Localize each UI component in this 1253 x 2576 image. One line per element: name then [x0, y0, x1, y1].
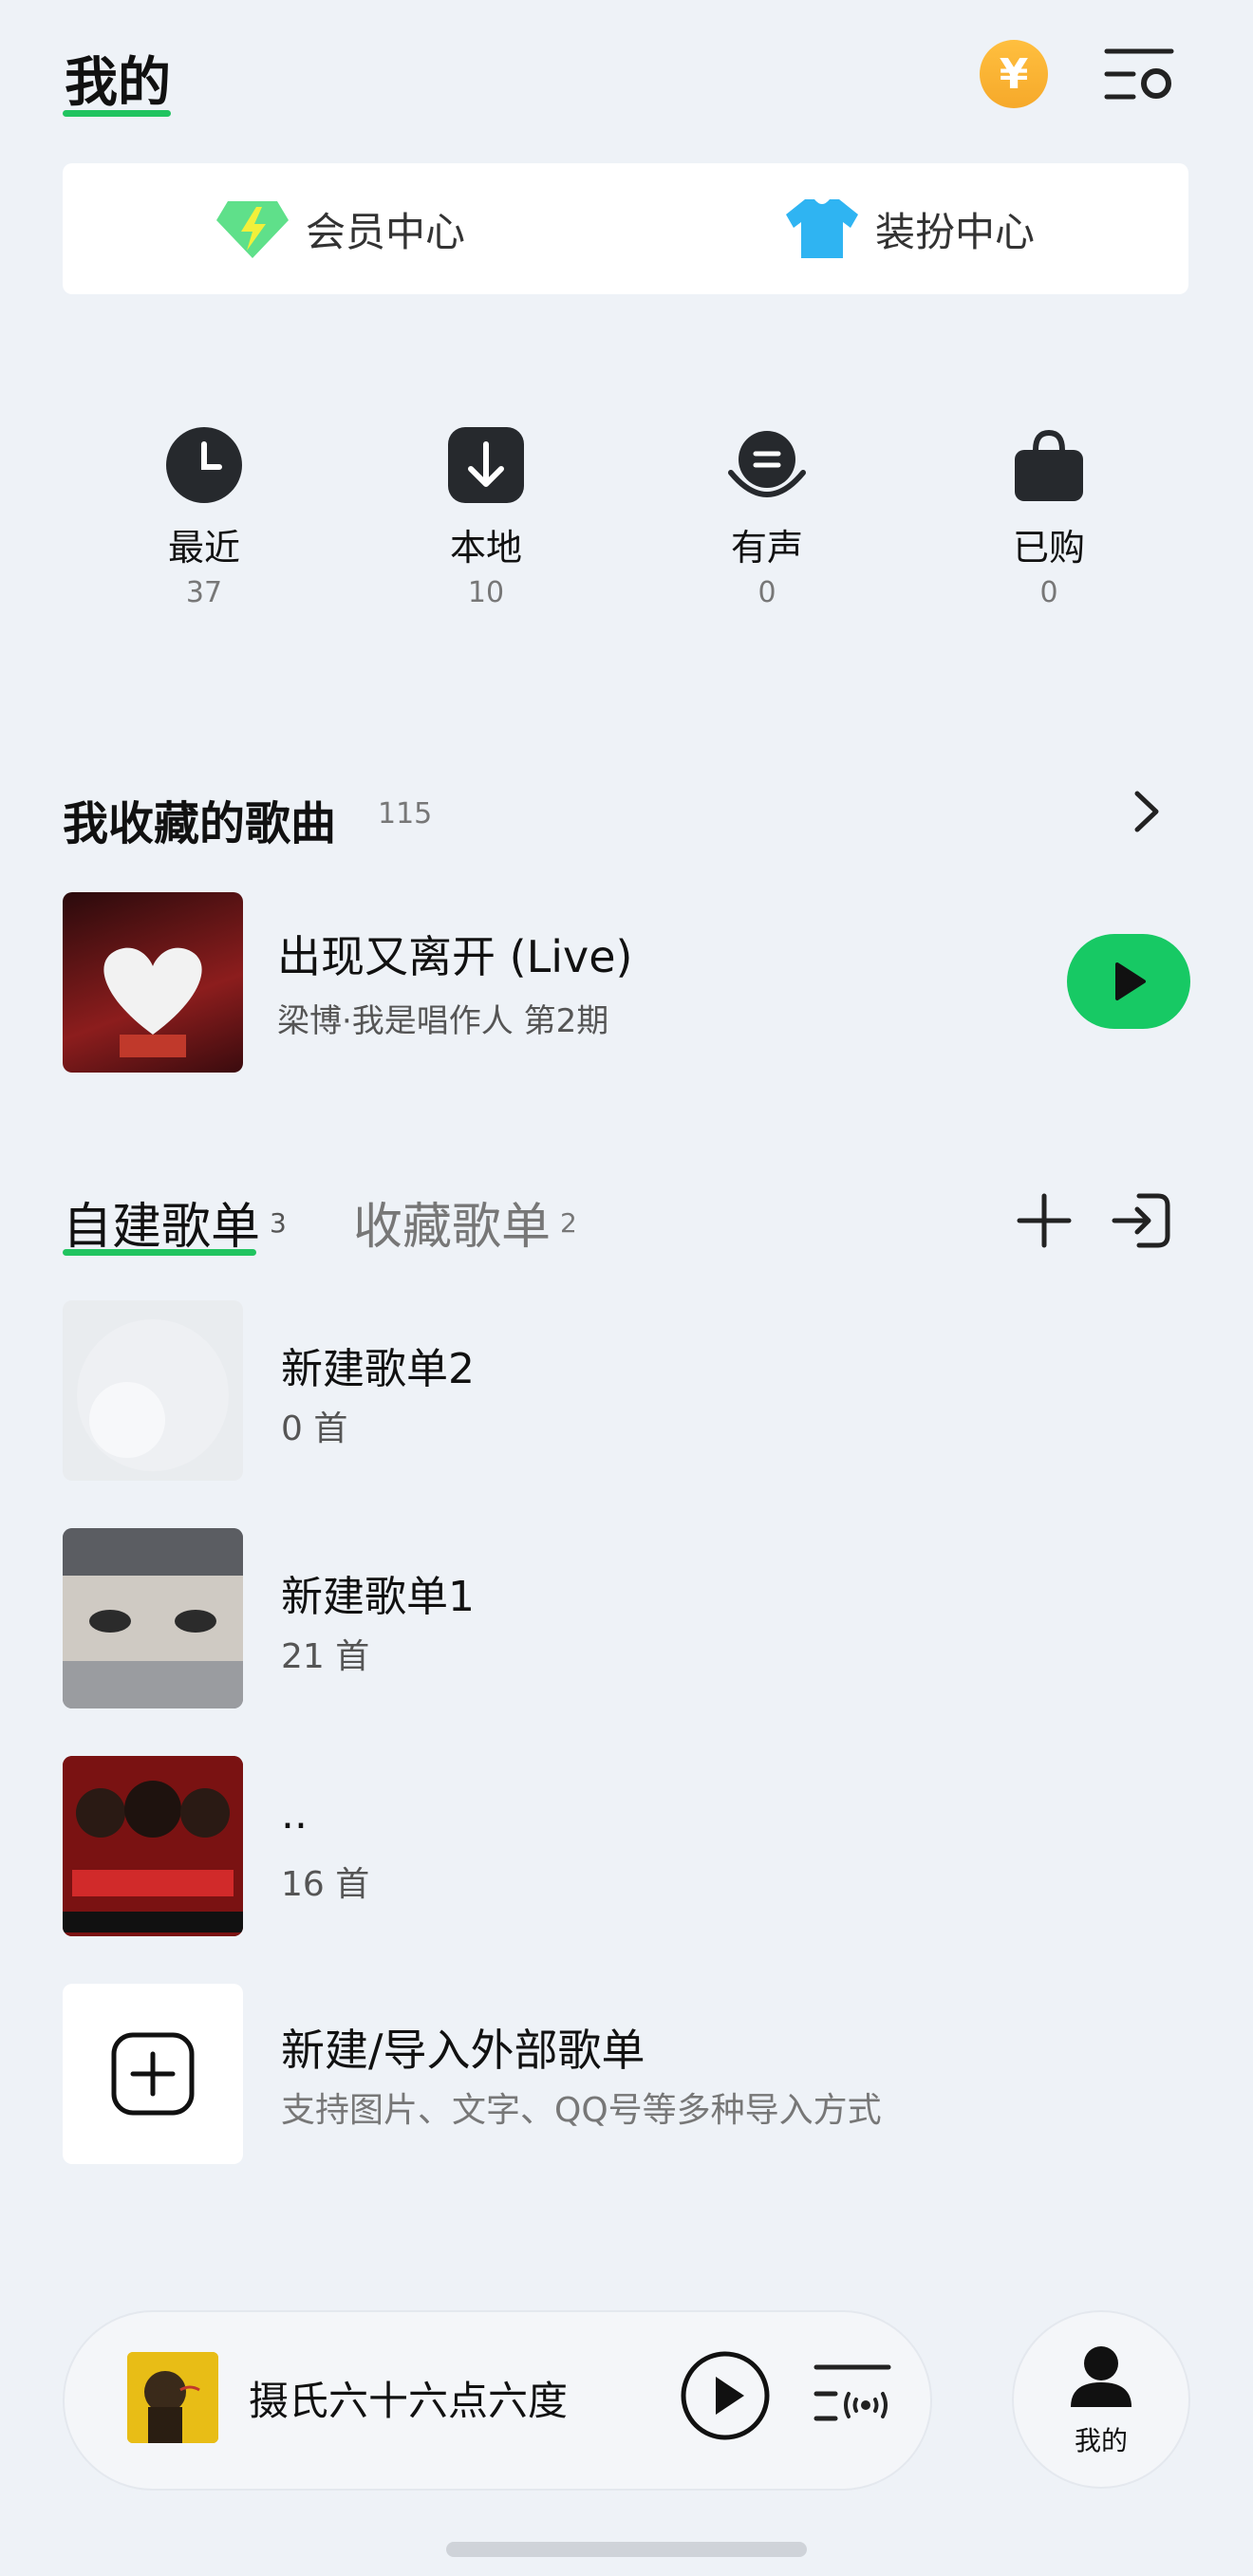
audiobook-icon — [727, 425, 807, 505]
tab-self-created[interactable]: 自建歌单 — [63, 1186, 260, 1258]
home-indicator — [446, 2542, 807, 2557]
playlist-count: 16 首 — [281, 1865, 370, 1904]
coin-icon[interactable]: ¥ — [980, 40, 1048, 108]
playlist-cover[interactable] — [63, 1300, 243, 1481]
new-playlist-subtitle: 支持图片、文字、QQ号等多种导入方式 — [281, 2091, 882, 2130]
add-square-icon — [111, 2032, 195, 2116]
quick-label: 有声 — [730, 527, 803, 569]
tab-collected[interactable]: 收藏歌单 — [353, 1186, 551, 1258]
quick-label: 本地 — [449, 527, 522, 569]
quick-purchased[interactable]: 已购 0 — [954, 425, 1144, 609]
quick-count: 0 — [757, 576, 776, 609]
vip-diamond-icon — [216, 201, 289, 258]
song-title[interactable]: 出现又离开 (Live) — [277, 923, 632, 985]
new-playlist-button[interactable] — [63, 1984, 243, 2164]
tab-collected-count: 2 — [560, 1207, 577, 1239]
heart-icon — [103, 947, 202, 1035]
quick-recent[interactable]: 最近 37 — [109, 425, 299, 609]
play-button[interactable] — [1067, 934, 1190, 1029]
user-icon — [1069, 2344, 1133, 2407]
add-playlist-button[interactable] — [1016, 1192, 1073, 1249]
plus-icon — [1017, 1193, 1072, 1248]
favorites-count: 115 — [378, 797, 433, 831]
new-playlist-title[interactable]: 新建/导入外部歌单 — [281, 2016, 645, 2079]
playlist-name[interactable]: 新建歌单1 — [281, 1562, 475, 1623]
vip-center-button[interactable]: 会员中心 — [215, 163, 465, 294]
clock-icon — [164, 425, 244, 505]
quick-count: 37 — [185, 576, 223, 609]
playlist-count: 21 首 — [281, 1637, 370, 1676]
playlist-queue-icon[interactable] — [813, 2360, 892, 2432]
import-icon[interactable] — [1111, 1190, 1173, 1251]
tab-self-created-count: 3 — [270, 1207, 287, 1239]
download-icon — [446, 425, 526, 505]
chevron-right-icon[interactable] — [1128, 788, 1166, 835]
player-cover[interactable] — [127, 2352, 218, 2443]
quick-label: 最近 — [167, 527, 240, 569]
quick-audiobook[interactable]: 有声 0 — [672, 425, 862, 609]
favorites-title[interactable]: 我收藏的歌曲 — [63, 786, 336, 852]
dress-center-button[interactable]: 装扮中心 — [784, 163, 1035, 294]
member-card: 会员中心 装扮中心 — [63, 163, 1188, 294]
playlist-cover[interactable] — [63, 1528, 243, 1708]
playlist-count: 0 首 — [281, 1409, 348, 1448]
menu-settings-icon[interactable] — [1101, 40, 1177, 108]
player-title[interactable]: 摄氏六十六点六度 — [249, 2369, 568, 2427]
quick-label: 已购 — [1012, 527, 1085, 569]
vip-center-label: 会员中心 — [306, 208, 466, 255]
song-cover[interactable] — [63, 892, 243, 1073]
tshirt-icon — [786, 199, 858, 258]
playlist-name[interactable]: .. — [281, 1790, 308, 1839]
song-subtitle: 梁博·我是唱作人 第2期 — [277, 1002, 609, 1040]
shopping-bag-icon — [1009, 425, 1089, 505]
quick-count: 0 — [1039, 576, 1058, 609]
dress-center-label: 装扮中心 — [875, 208, 1036, 255]
title-underline — [63, 110, 171, 117]
playlist-name[interactable]: 新建歌单2 — [281, 1335, 475, 1395]
quick-local[interactable]: 本地 10 — [391, 425, 581, 609]
page-title: 我的 — [65, 52, 171, 114]
play-icon[interactable] — [680, 2350, 771, 2441]
nav-me-label: 我的 — [1074, 2425, 1128, 2456]
playlist-cover[interactable] — [63, 1756, 243, 1936]
tab-underline — [63, 1249, 256, 1256]
play-icon — [1115, 962, 1146, 1000]
quick-count: 10 — [467, 576, 505, 609]
